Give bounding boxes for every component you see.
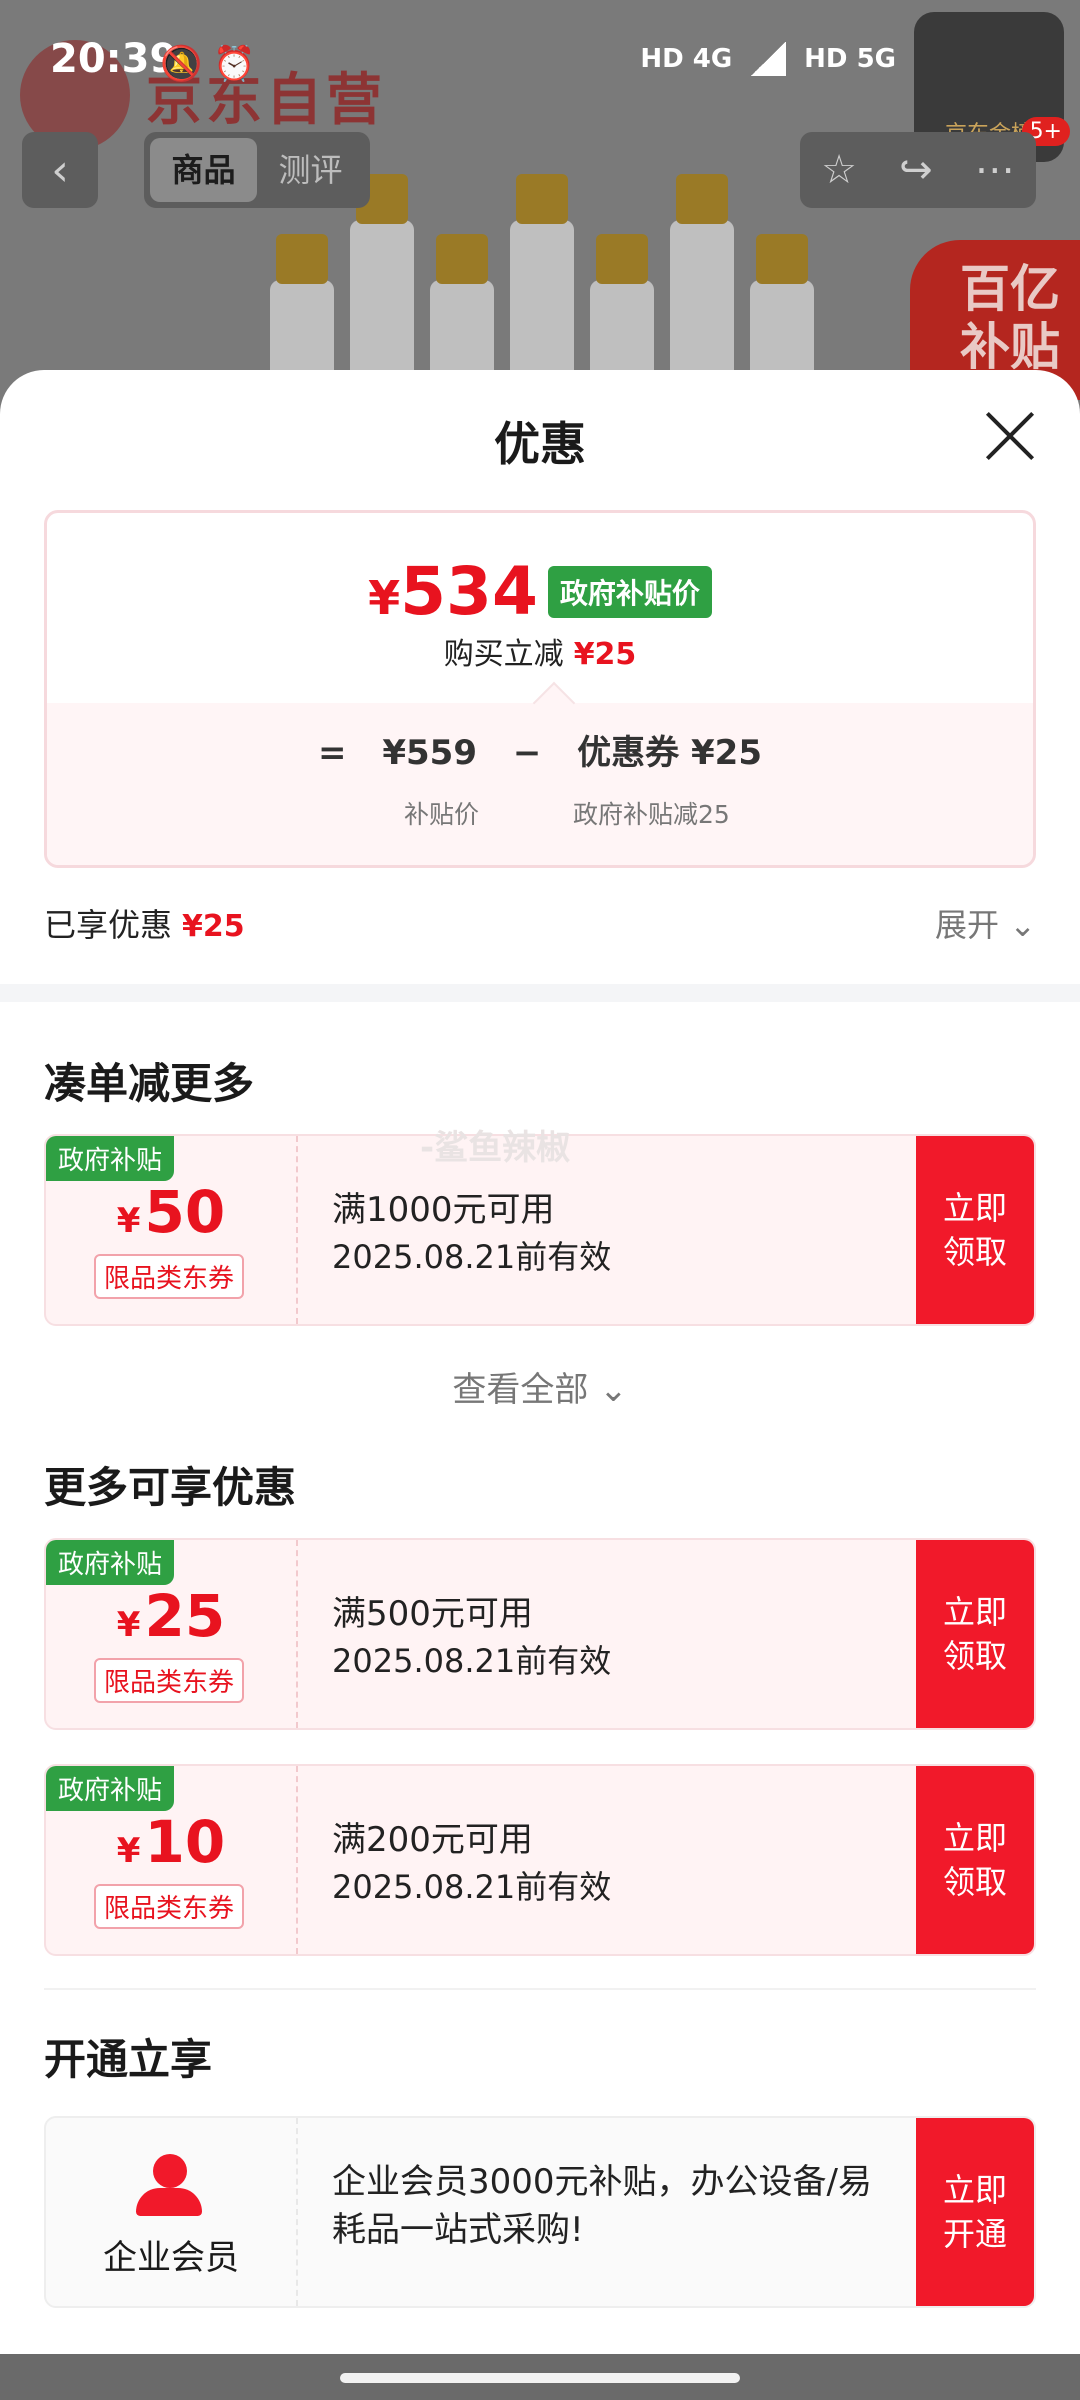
activate-membership-button[interactable]: 立即开通 [916,2118,1034,2306]
purchase-reduce: 购买立减 ¥25 [443,637,637,672]
base-price-label: 补贴价 [404,800,480,829]
discount-sheet: 优惠 ¥534 政府补贴价 购买立减 ¥25 = ¥559 − 优惠券 ¥25 补… [0,370,1080,2354]
coupon-condition: 满1000元可用 [332,1190,555,1230]
tab-reviews[interactable]: 测评 [257,138,364,202]
claim-coupon-button[interactable]: 立即领取 [916,1766,1034,1954]
tab-product[interactable]: 商品 [150,138,257,202]
coupon-amount: ¥25 [116,1582,226,1650]
base-price: ¥559 [382,733,477,773]
membership-description: 企业会员3000元补贴，办公设备/易耗品一站式采购! [332,2162,872,2250]
coupon-card: 政府补贴 ¥25 限品类东券 满500元可用 2025.08.21前有效 立即领… [44,1538,1036,1730]
gov-subsidy-tag: 政府补贴 [46,1136,175,1181]
section-divider [0,984,1080,1002]
claim-coupon-button[interactable]: 立即领取 [916,1540,1034,1728]
coupon-card: 政府补贴 ¥10 限品类东券 满200元可用 2025.08.21前有效 立即领… [44,1764,1036,1956]
close-icon[interactable] [984,410,1036,462]
chevron-down-icon: ⌄ [599,1370,628,1410]
price-breakdown: = ¥559 − 优惠券 ¥25 补贴价 政府补贴减25 [47,703,1033,865]
home-indicator[interactable] [340,2373,740,2383]
gov-subsidy-price-tag: 政府补贴价 [547,565,712,618]
coupon-amount: ¥50 [116,1178,226,1246]
signal-icon [750,42,787,76]
status-icons: 🔕 ⏰ [160,44,256,84]
network-indicators: HD 4G HD 5G [640,42,950,76]
sheet-title: 优惠 [494,417,586,471]
coupon-expiry: 2025.08.21前有效 [332,1868,612,1906]
price-card: ¥534 政府补贴价 购买立减 ¥25 = ¥559 − 优惠券 ¥25 补贴价 … [44,510,1036,868]
gov-subsidy-tag: 政府补贴 [46,1766,175,1811]
star-icon[interactable]: ☆ [821,147,857,193]
membership-card: 企业会员 企业会员3000元补贴，办公设备/易耗品一站式采购! 立即开通 [44,2116,1036,2308]
nav-tabs: 商品 测评 [144,132,370,208]
network-1: HD 4G [640,44,733,74]
coupon-deduction-label: 政府补贴减25 [573,800,730,829]
coupon-condition: 满200元可用 [332,1820,533,1860]
section-title-membership: 开通立享 [44,2035,213,2084]
more-icon[interactable]: ⋯ [975,147,1015,193]
chevron-down-icon: ⌄ [1009,906,1036,944]
nav-actions: ☆ ↪ ⋯ [800,132,1036,208]
price-formula: = ¥559 − 优惠券 ¥25 [318,733,762,773]
enjoyed-discount: 已享优惠 ¥25 [44,906,245,944]
network-2: HD 5G [804,44,896,74]
coupon-condition: 满500元可用 [332,1594,533,1634]
coupon-expiry: 2025.08.21前有效 [332,1642,612,1680]
membership-label: 企业会员 [103,2238,239,2278]
chevron-left-icon: ‹ [51,144,69,196]
coupon-category: 限品类东券 [94,1884,245,1929]
section-title-add-on: 凑单减更多 [44,1059,255,1108]
gov-subsidy-tag: 政府补贴 [46,1540,175,1585]
back-button[interactable]: ‹ [22,132,98,208]
person-icon [136,2154,202,2220]
expand-button[interactable]: 展开 ⌄ [935,900,1036,946]
coupon-category: 限品类东券 [94,1254,245,1299]
claim-coupon-button[interactable]: 立即领取 [916,1136,1034,1324]
mute-bell-icon: 🔕 [160,44,203,84]
section-divider [44,1988,1036,1990]
coupon-expiry: 2025.08.21前有效 [332,1238,612,1276]
final-price: ¥534 [368,553,538,630]
alarm-icon: ⏰ [213,44,256,84]
coupon-deduction: 优惠券 ¥25 [577,733,762,773]
coupon-category: 限品类东券 [94,1658,245,1703]
section-title-more-offers: 更多可享优惠 [44,1463,297,1512]
coupon-amount: ¥10 [116,1808,226,1876]
share-icon[interactable]: ↪ [899,147,933,193]
view-all-button[interactable]: 查看全部 ⌄ [0,1362,1080,1411]
watermark: -鲨鱼辣椒 [420,1128,571,1168]
status-time: 20:39 [50,36,178,82]
